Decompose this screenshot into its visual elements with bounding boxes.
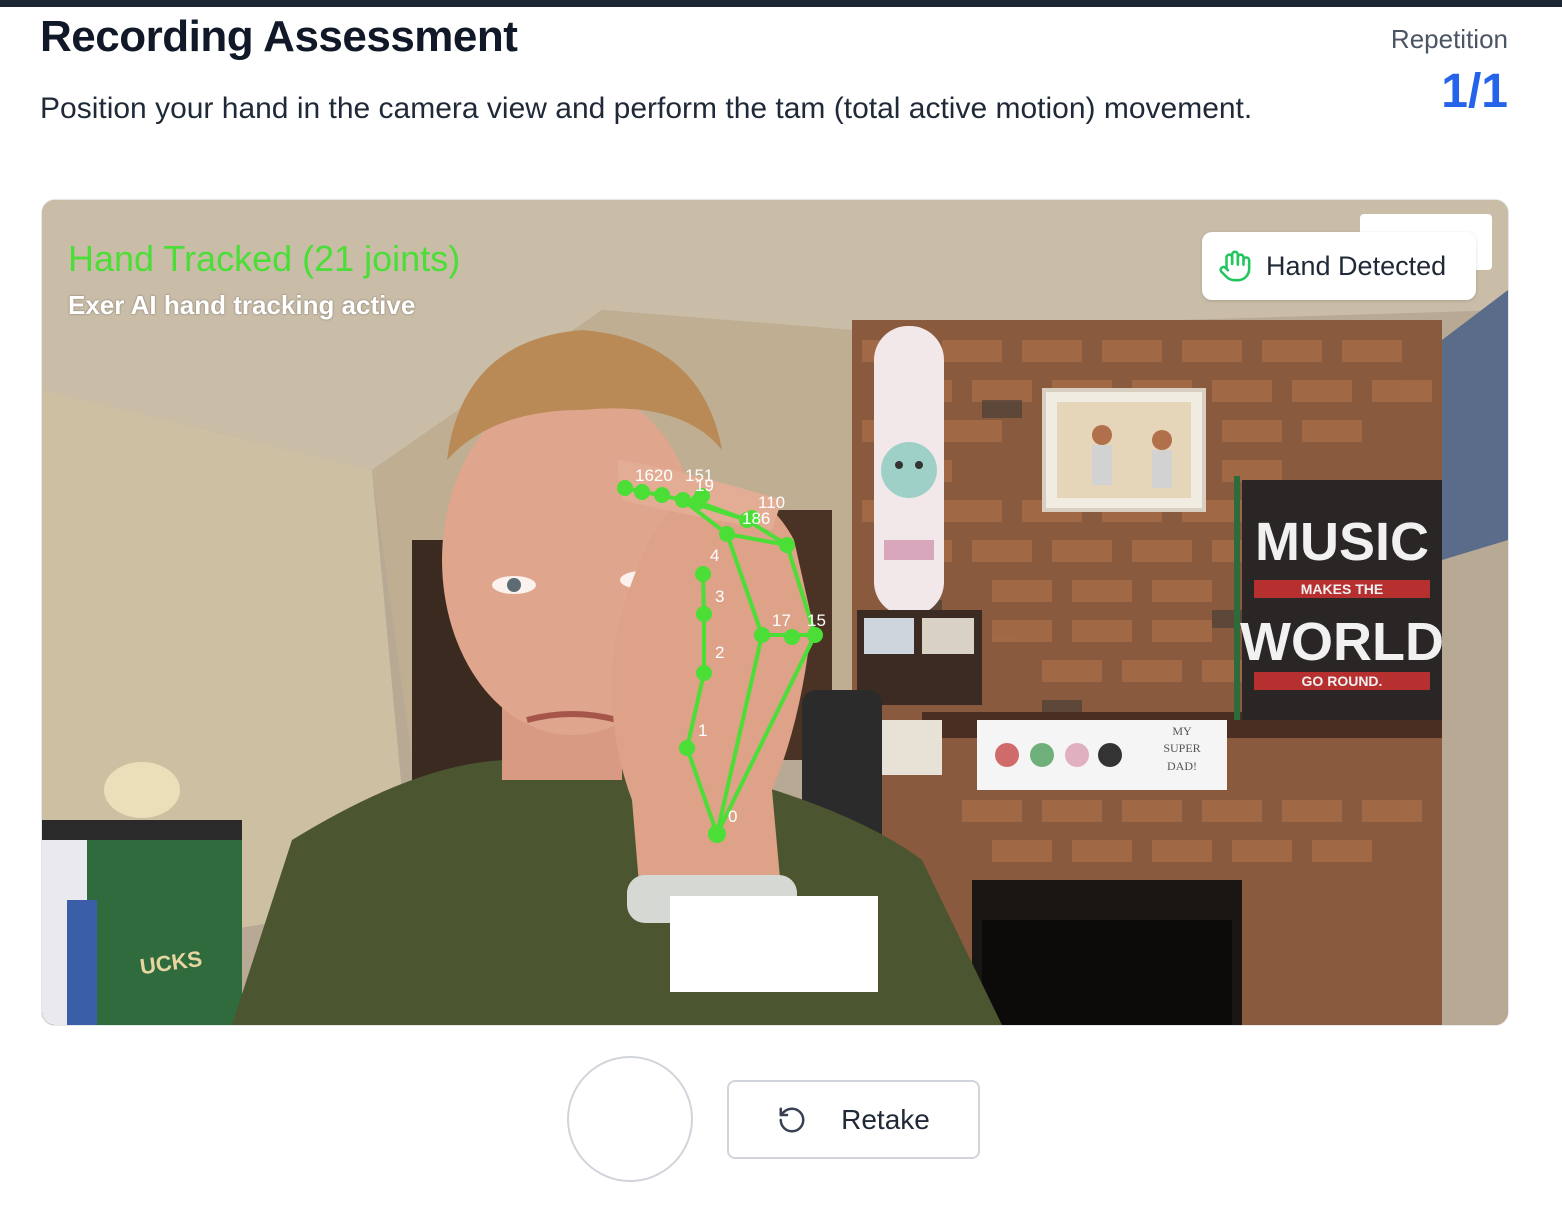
joint-label: 17	[772, 611, 791, 630]
sign-word-3: DAD!	[1167, 759, 1197, 773]
retake-label: Retake	[841, 1103, 930, 1135]
record-button[interactable]	[567, 1056, 693, 1182]
joint-label: 15	[807, 611, 826, 630]
joint-label: 2	[715, 643, 724, 662]
sign-word-1: MY	[1172, 724, 1192, 738]
hand-icon	[1218, 249, 1252, 283]
rotate-ccw-icon	[777, 1105, 807, 1135]
joint-label: 3	[715, 587, 724, 606]
tracking-status-subtitle: Exer AI hand tracking active	[68, 290, 416, 320]
poster-word-4: GO ROUND.	[1302, 673, 1383, 689]
poster-word-3: WORLD	[1240, 612, 1444, 672]
page-title: Recording Assessment	[40, 12, 518, 61]
instructions-text: Position your hand in the camera view an…	[40, 92, 1253, 125]
joint-label: 4	[710, 546, 719, 565]
sign-word-2: SUPER	[1163, 741, 1200, 755]
poster-word-1: MUSIC	[1255, 512, 1429, 572]
joint-label: 186	[742, 509, 770, 528]
hand-detected-badge: Hand Detected	[1202, 232, 1476, 300]
redaction-box	[670, 896, 878, 992]
joint-label: 19	[695, 476, 714, 495]
repetition-counter: 1/1	[1441, 65, 1508, 118]
camera-feed: MUSIC MAKES THE WORLD GO ROUND. MY SUPER…	[41, 199, 1509, 1026]
hand-detected-label: Hand Detected	[1266, 250, 1447, 281]
top-bar	[0, 0, 1562, 7]
joint-label: 1	[698, 721, 707, 740]
tracking-status-title: Hand Tracked (21 joints)	[68, 238, 461, 279]
repetition-label: Repetition	[1390, 24, 1508, 54]
joint-label: 0	[728, 807, 737, 826]
joint-label: 1620	[635, 466, 673, 485]
retake-button[interactable]: Retake	[727, 1080, 980, 1159]
poster-word-2: MAKES THE	[1301, 581, 1383, 597]
